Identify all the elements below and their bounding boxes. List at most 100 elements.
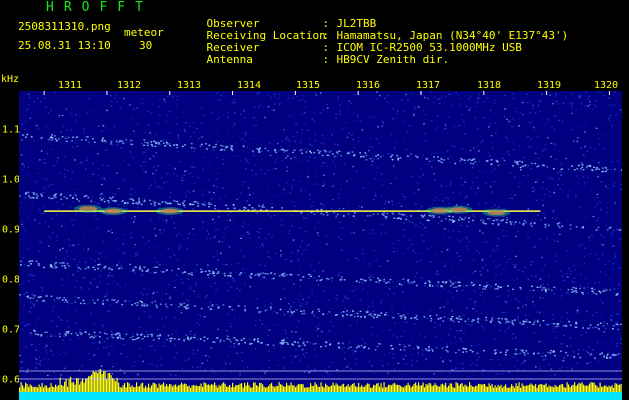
- noise-dot: [153, 299, 156, 301]
- noise-dot: [468, 285, 471, 288]
- noise-dot: [514, 235, 517, 237]
- noise-dot: [507, 371, 510, 374]
- band-dot: [497, 224, 500, 226]
- noise-dot: [482, 267, 484, 270]
- signal-bar: [233, 387, 235, 392]
- signal-bar: [244, 382, 246, 392]
- noise-dot: [59, 353, 61, 355]
- noise-dot: [66, 250, 68, 252]
- noise-dot: [192, 352, 195, 355]
- band-dot: [150, 141, 153, 143]
- noise-dot: [112, 366, 114, 368]
- noise-dot: [317, 221, 319, 224]
- noise-dot: [164, 203, 167, 205]
- band-dot: [429, 284, 431, 286]
- band-dot: [377, 277, 379, 279]
- band-dot: [139, 267, 142, 269]
- noise-dot: [272, 324, 275, 326]
- noise-dot: [128, 104, 131, 106]
- noise-dot: [302, 298, 305, 300]
- signal-bar: [481, 384, 483, 392]
- noise-dot: [89, 180, 92, 182]
- signal-bar: [178, 385, 180, 392]
- noise-dot: [613, 229, 615, 231]
- band-dot: [77, 297, 80, 299]
- noise-dot: [256, 212, 258, 214]
- band-dot: [122, 338, 125, 340]
- signal-bar: [608, 385, 610, 392]
- noise-dot: [548, 323, 551, 325]
- signal-bar: [328, 386, 330, 392]
- noise-dot: [208, 191, 211, 193]
- noise-dot: [579, 206, 581, 208]
- noise-dot: [453, 368, 455, 371]
- noise-dot: [434, 179, 436, 181]
- noise-dot: [447, 290, 449, 292]
- noise-dot: [218, 240, 221, 243]
- noise-dot: [566, 312, 568, 314]
- signal-bar: [445, 383, 447, 392]
- noise-dot: [291, 225, 293, 227]
- noise-dot: [100, 365, 103, 367]
- band-dot: [416, 284, 418, 287]
- noise-dot: [274, 95, 276, 98]
- noise-dot: [44, 212, 47, 214]
- signal-bar: [172, 386, 174, 392]
- band-dot: [582, 327, 584, 329]
- band-dot: [32, 193, 35, 196]
- noise-dot: [274, 93, 276, 96]
- noise-dot: [469, 107, 472, 109]
- noise-dot: [553, 192, 555, 194]
- noise-dot: [473, 258, 476, 261]
- noise-dot: [177, 151, 180, 153]
- band-dot: [410, 281, 413, 284]
- noise-dot: [73, 258, 76, 260]
- noise-dot: [337, 98, 339, 101]
- noise-dot: [383, 207, 386, 210]
- band-dot: [285, 149, 288, 152]
- noise-dot: [202, 227, 204, 229]
- band-dot: [25, 191, 28, 194]
- noise-dot: [587, 362, 590, 364]
- noise-dot: [267, 94, 269, 96]
- noise-dot: [94, 213, 97, 215]
- noise-dot: [365, 159, 368, 161]
- noise-dot: [101, 192, 103, 195]
- band-dot: [485, 319, 488, 321]
- signal-bar: [493, 387, 495, 392]
- noise-dot: [32, 293, 35, 295]
- band-dot: [72, 196, 74, 199]
- noise-dot: [220, 252, 222, 254]
- noise-dot: [461, 184, 463, 186]
- noise-dot: [288, 115, 291, 117]
- band-dot: [147, 333, 149, 336]
- signal-bar: [206, 384, 208, 392]
- band-dot: [351, 151, 354, 153]
- noise-dot: [88, 288, 90, 290]
- band-dot: [606, 228, 609, 231]
- noise-dot: [402, 177, 404, 180]
- band-dot: [346, 310, 348, 312]
- noise-dot: [299, 338, 301, 340]
- noise-dot: [512, 93, 514, 95]
- meteor-echo-halo: [155, 207, 184, 216]
- noise-dot: [47, 345, 49, 348]
- band-dot: [527, 352, 529, 355]
- band-dot: [178, 306, 180, 308]
- band-dot: [550, 289, 553, 292]
- band-dot: [182, 202, 184, 204]
- noise-dot: [569, 273, 572, 275]
- noise-dot: [470, 186, 473, 189]
- band-dot: [301, 152, 303, 155]
- noise-dot: [61, 114, 64, 117]
- signal-bar: [263, 386, 265, 392]
- noise-dot: [220, 95, 222, 97]
- noise-dot: [162, 219, 165, 221]
- noise-dot: [223, 264, 225, 266]
- band-dot: [92, 266, 95, 268]
- band-dot: [423, 316, 426, 318]
- noise-dot: [319, 112, 322, 114]
- noise-dot: [491, 250, 494, 252]
- noise-dot: [239, 289, 241, 291]
- band-dot: [336, 152, 339, 155]
